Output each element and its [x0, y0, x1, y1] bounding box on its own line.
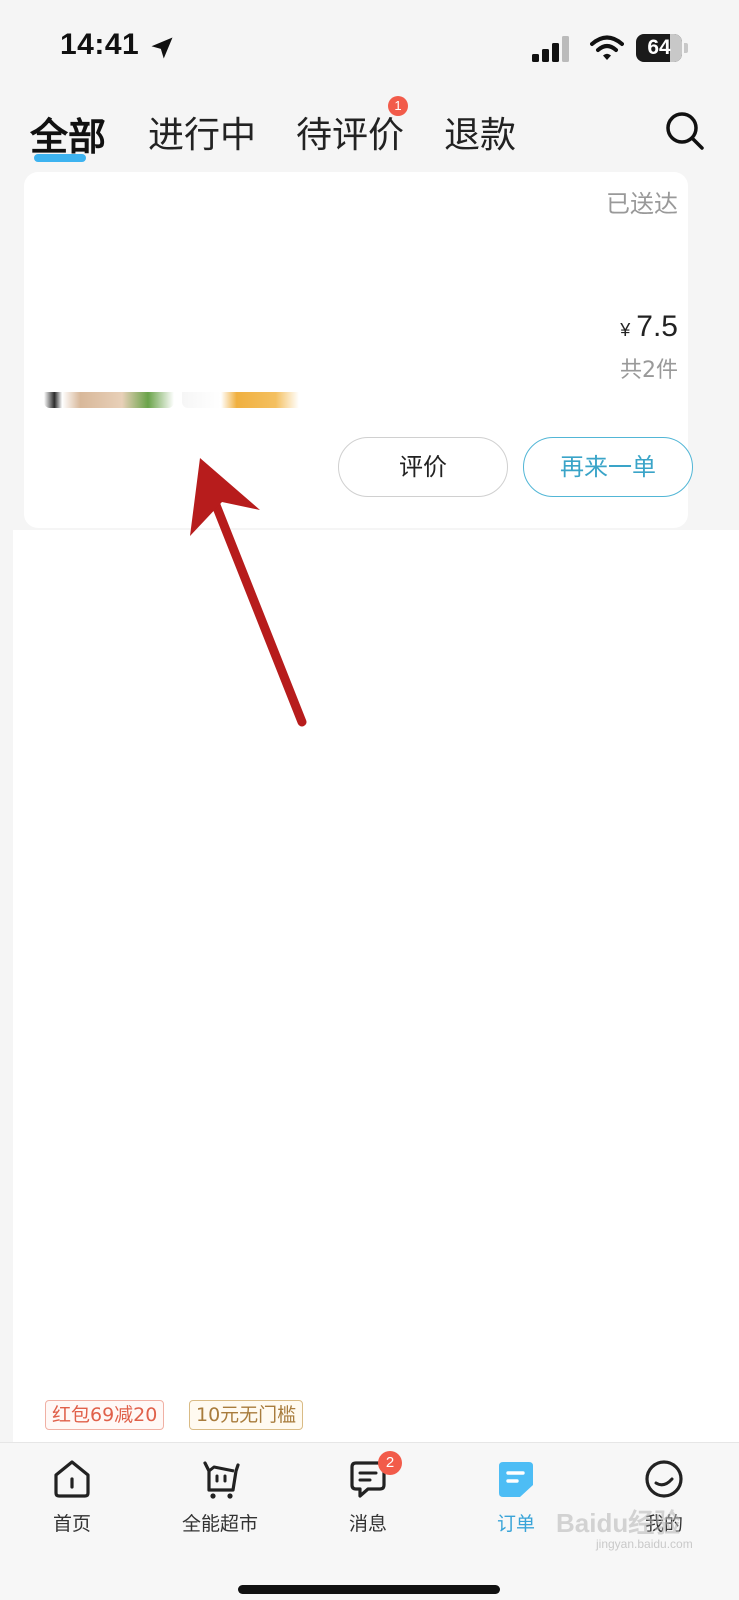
order-status: 已送达	[606, 190, 678, 218]
coupon-red-packet[interactable]: 红包69减20	[45, 1400, 165, 1430]
product-thumbnail[interactable]	[44, 392, 174, 408]
coupon-strip: 红包69减20 10元无门槛	[13, 1392, 739, 1442]
supermarket-icon	[203, 1461, 240, 1499]
profile-icon	[645, 1460, 683, 1498]
status-time: 14:41	[60, 28, 140, 61]
baidu-watermark: Baidu经验	[556, 1508, 681, 1538]
reorder-button[interactable]: 再来一单	[523, 437, 693, 497]
nav-label: 全能超市	[181, 1513, 258, 1535]
home-indicator	[238, 1585, 500, 1594]
nav-supermarket[interactable]: 全能超市	[160, 1457, 280, 1547]
order-price: ¥7.5	[620, 310, 678, 344]
wifi-icon	[590, 35, 624, 60]
battery-icon: 64	[636, 34, 688, 62]
signal-icon	[532, 36, 569, 62]
content-area	[13, 530, 739, 1392]
tab-refund[interactable]: 退款	[444, 106, 516, 158]
tab-in-progress[interactable]: 进行中	[148, 106, 256, 158]
battery-level: 64	[647, 36, 671, 59]
tab-active-indicator	[34, 154, 86, 162]
home-icon	[54, 1460, 90, 1498]
search-icon[interactable]	[664, 110, 706, 152]
tab-pending-review[interactable]: 待评价	[296, 106, 404, 158]
tab-all[interactable]: 全部	[30, 106, 106, 161]
currency-symbol: ¥	[620, 320, 631, 340]
product-thumbnails[interactable]	[44, 392, 334, 408]
status-bar: 14:41 64	[0, 0, 739, 96]
price-value: 7.5	[636, 310, 678, 343]
review-button[interactable]: 评价	[338, 437, 508, 497]
nav-home[interactable]: 首页	[12, 1457, 132, 1547]
nav-label: 首页	[52, 1513, 91, 1535]
order-tabs: 全部 进行中 待评价 1 退款	[0, 96, 739, 170]
baidu-watermark-url: jingyan.baidu.com	[596, 1537, 693, 1551]
product-thumbnail[interactable]	[182, 392, 312, 408]
red-arrow-annotation	[190, 458, 307, 727]
bottom-nav: 首页 全能超市 2 消息 订单 我的 Baidu经验 jingyan.baidu…	[0, 1442, 739, 1600]
messages-badge: 2	[378, 1451, 402, 1475]
nav-label: 消息	[348, 1513, 387, 1535]
item-count: 共2件	[620, 358, 678, 383]
order-icon	[499, 1462, 533, 1497]
order-card[interactable]: 已送达 ¥7.5 共2件 评价 再来一单	[24, 172, 693, 528]
pending-review-badge: 1	[388, 96, 408, 116]
location-arrow-icon	[151, 37, 173, 59]
coupon-no-threshold[interactable]: 10元无门槛	[189, 1400, 304, 1430]
nav-messages[interactable]: 2 消息	[308, 1451, 428, 1547]
